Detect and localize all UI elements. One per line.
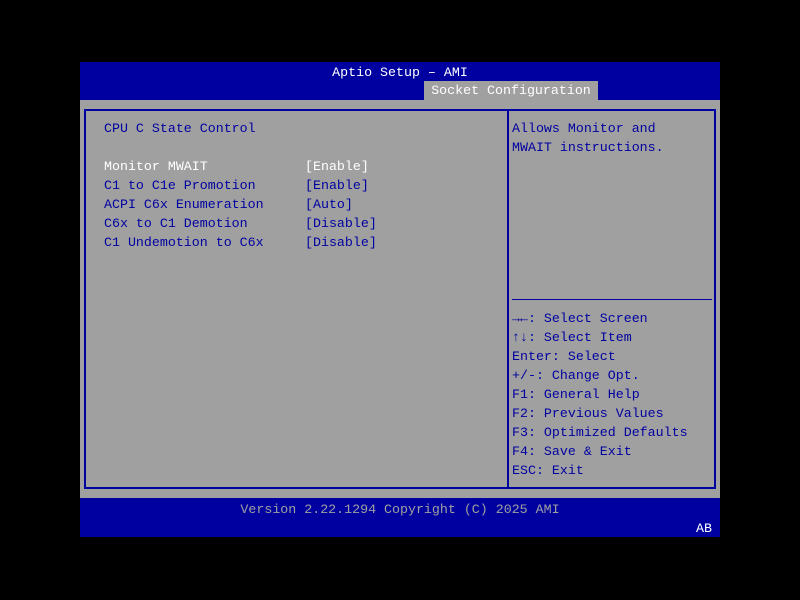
setting-value-c1e-promotion[interactable]: [Enable]	[305, 176, 369, 195]
key-hint: F3: Optimized Defaults	[512, 425, 688, 440]
tab-label: Socket Configuration	[431, 83, 591, 98]
app-title: Aptio Setup – AMI	[332, 65, 468, 80]
key-hint: ↑↓: Select Item	[512, 330, 632, 345]
key-hint: Enter: Select	[512, 349, 616, 364]
help-line: Allows Monitor and	[512, 121, 656, 136]
key-hint: F4: Save & Exit	[512, 444, 632, 459]
setting-label-monitor-mwait[interactable]: Monitor MWAIT	[104, 157, 208, 176]
setting-label-c1-undemotion[interactable]: C1 Undemotion to C6x	[104, 233, 264, 252]
key-hint: +/-: Change Opt.	[512, 368, 640, 383]
setting-value-c1-undemotion[interactable]: [Disable]	[305, 233, 377, 252]
setting-label-c6x-demotion[interactable]: C6x to C1 Demotion	[104, 214, 248, 233]
key-hint: →←: Select Screen	[512, 311, 648, 326]
section-title: CPU C State Control	[104, 121, 256, 136]
setting-label-c1e-promotion[interactable]: C1 to C1e Promotion	[104, 176, 256, 195]
title-bar: Aptio Setup – AMI Socket Configuration	[80, 62, 720, 100]
help-divider	[512, 299, 712, 300]
help-line: MWAIT instructions.	[512, 140, 664, 155]
setting-label-acpi-c6x[interactable]: ACPI C6x Enumeration	[104, 195, 264, 214]
key-hint: F1: General Help	[512, 387, 640, 402]
key-hint: F2: Previous Values	[512, 406, 664, 421]
footer-badge: AB	[696, 521, 712, 536]
key-hint: ESC: Exit	[512, 463, 584, 478]
setting-value-c6x-demotion[interactable]: [Disable]	[305, 214, 377, 233]
footer-bar: Version 2.22.1294 Copyright (C) 2025 AMI…	[80, 498, 720, 537]
version-text: Version 2.22.1294 Copyright (C) 2025 AMI	[240, 502, 560, 517]
tab-socket-configuration[interactable]: Socket Configuration	[424, 81, 598, 100]
setting-value-monitor-mwait[interactable]: [Enable]	[305, 157, 369, 176]
bios-screen: Aptio Setup – AMI Socket Configuration C…	[80, 62, 720, 537]
setting-value-acpi-c6x[interactable]: [Auto]	[305, 195, 353, 214]
panel-divider	[507, 109, 509, 489]
